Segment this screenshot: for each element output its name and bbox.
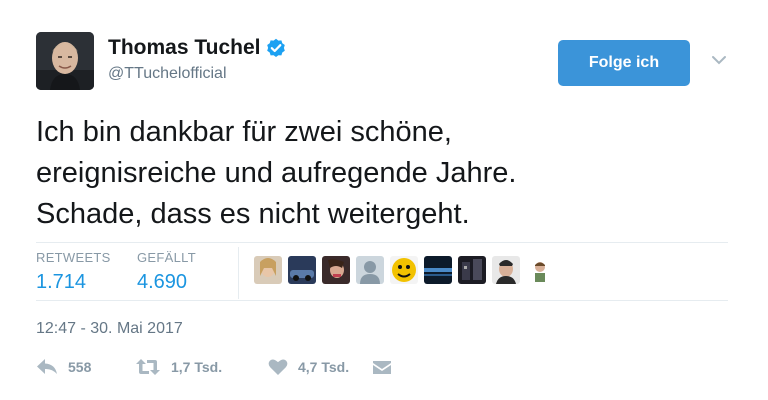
verified-badge-icon bbox=[266, 38, 286, 58]
profile-avatar[interactable] bbox=[36, 32, 94, 90]
liker-avatar[interactable] bbox=[356, 256, 384, 284]
retweets-value[interactable]: 1.714 bbox=[36, 271, 111, 294]
reply-icon[interactable] bbox=[36, 358, 58, 376]
tweet-text-line: ereignisreiche und aufregende Jahre. bbox=[36, 157, 517, 189]
liker-avatars bbox=[254, 256, 554, 284]
user-handle[interactable]: @TTuchelofficial bbox=[108, 65, 227, 83]
stats-divider-top bbox=[36, 242, 728, 243]
stats-divider-bottom bbox=[36, 300, 728, 301]
likes-label: GEFÄLLT bbox=[137, 250, 196, 265]
liker-avatar[interactable] bbox=[390, 256, 418, 284]
tweet-text-line: Schade, dass es nicht weitergeht. bbox=[36, 198, 470, 230]
liker-avatar[interactable] bbox=[322, 256, 350, 284]
tweet-text: Ich bin dankbar für zwei schöne, ereigni… bbox=[36, 112, 736, 235]
retweet-icon[interactable] bbox=[135, 358, 161, 376]
tweet-actions: 558 1,7 Tsd. 4,7 Tsd. bbox=[36, 358, 392, 376]
retweet-action[interactable]: 1,7 Tsd. bbox=[135, 358, 268, 376]
likes-stat[interactable]: GEFÄLLT 4.690 bbox=[137, 250, 196, 294]
retweets-label: RETWEETS bbox=[36, 250, 111, 265]
liker-avatar[interactable] bbox=[424, 256, 452, 284]
direct-message-action[interactable] bbox=[372, 359, 392, 375]
retweets-stat[interactable]: RETWEETS 1.714 bbox=[36, 250, 111, 294]
follow-button[interactable]: Folge ich bbox=[558, 40, 690, 86]
reply-action[interactable]: 558 bbox=[36, 358, 135, 376]
stats-separator bbox=[238, 247, 239, 299]
liker-avatar[interactable] bbox=[254, 256, 282, 284]
liker-avatar[interactable] bbox=[492, 256, 520, 284]
tweet-text-line: Ich bin dankbar für zwei schöne, bbox=[36, 116, 452, 148]
tweet-timestamp[interactable]: 12:47 - 30. Mai 2017 bbox=[36, 320, 183, 338]
chevron-down-icon[interactable] bbox=[708, 52, 730, 68]
like-action[interactable]: 4,7 Tsd. bbox=[268, 358, 372, 376]
display-name[interactable]: Thomas Tuchel bbox=[108, 36, 286, 60]
display-name-text[interactable]: Thomas Tuchel bbox=[108, 36, 260, 60]
envelope-icon[interactable] bbox=[372, 359, 392, 375]
like-count: 4,7 Tsd. bbox=[298, 359, 350, 375]
liker-avatar[interactable] bbox=[526, 256, 554, 284]
liker-avatar[interactable] bbox=[288, 256, 316, 284]
likes-value[interactable]: 4.690 bbox=[137, 271, 196, 294]
reply-count: 558 bbox=[68, 359, 92, 375]
heart-icon[interactable] bbox=[268, 358, 288, 376]
liker-avatar[interactable] bbox=[458, 256, 486, 284]
retweet-count: 1,7 Tsd. bbox=[171, 359, 223, 375]
